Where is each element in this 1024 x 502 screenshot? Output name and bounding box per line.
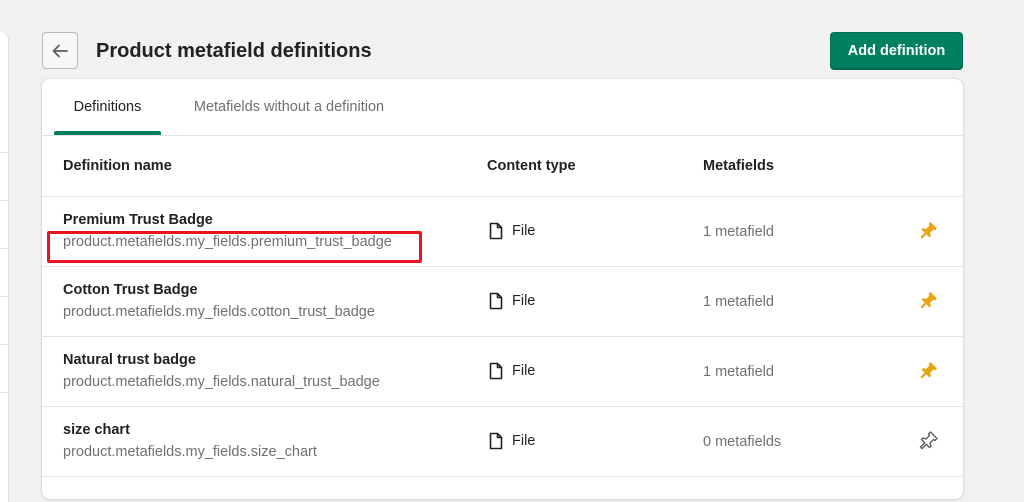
column-header-content-type: Content type <box>487 158 576 174</box>
content-type: File <box>488 222 535 240</box>
add-definition-button[interactable]: Add definition <box>830 32 963 70</box>
definition-key: product.metafields.my_fields.size_chart <box>63 444 317 460</box>
content-type: File <box>488 432 535 450</box>
file-icon <box>489 222 503 240</box>
definitions-card: Definitions Metafields without a definit… <box>42 79 963 499</box>
content-type-label: File <box>512 433 536 449</box>
tab-metafields-without-definition[interactable]: Metafields without a definition <box>175 79 403 135</box>
metafield-count: 1 metafield <box>703 364 774 380</box>
definition-key: product.metafields.my_fields.cotton_trus… <box>63 304 375 320</box>
pin-icon <box>919 431 938 450</box>
file-icon <box>489 432 503 450</box>
tab-definitions[interactable]: Definitions <box>54 79 161 135</box>
definition-name[interactable]: Premium Trust Badge <box>63 211 213 229</box>
table-row[interactable]: size chart product.metafields.my_fields.… <box>42 407 963 477</box>
definition-name[interactable]: size chart <box>63 421 130 439</box>
definition-name[interactable]: Cotton Trust Badge <box>63 281 198 299</box>
table-row[interactable]: Cotton Trust Badge product.metafields.my… <box>42 267 963 337</box>
pin-icon <box>920 292 937 309</box>
left-panel-edge <box>0 32 9 502</box>
pin-button[interactable] <box>918 219 940 241</box>
highlight-annotation <box>47 231 422 263</box>
back-button[interactable] <box>42 32 78 69</box>
definition-key: product.metafields.my_fields.natural_tru… <box>63 374 380 390</box>
metafield-count: 0 metafields <box>703 434 782 450</box>
content-type-label: File <box>512 223 536 239</box>
metafield-count: 1 metafield <box>703 224 774 240</box>
file-icon <box>489 292 503 310</box>
page-title: Product metafield definitions <box>96 40 372 62</box>
arrow-left-icon <box>52 44 68 57</box>
column-header-definition-name: Definition name <box>63 158 172 174</box>
table-row[interactable]: Natural trust badge product.metafields.m… <box>42 337 963 407</box>
tab-bar: Definitions Metafields without a definit… <box>42 79 963 136</box>
pin-icon <box>920 222 937 239</box>
active-tab-indicator <box>54 131 161 135</box>
pin-icon <box>920 362 937 379</box>
content-type-label: File <box>512 363 536 379</box>
pin-button[interactable] <box>918 359 940 381</box>
content-type: File <box>488 362 535 380</box>
column-header-metafields: Metafields <box>703 158 774 174</box>
file-icon <box>489 362 503 380</box>
content-type: File <box>488 292 535 310</box>
definition-name[interactable]: Natural trust badge <box>63 351 196 369</box>
table-header: Definition name Content type Metafields <box>42 136 963 197</box>
pin-button[interactable] <box>918 429 940 451</box>
metafield-count: 1 metafield <box>703 294 774 310</box>
pin-button[interactable] <box>918 289 940 311</box>
content-type-label: File <box>512 293 536 309</box>
